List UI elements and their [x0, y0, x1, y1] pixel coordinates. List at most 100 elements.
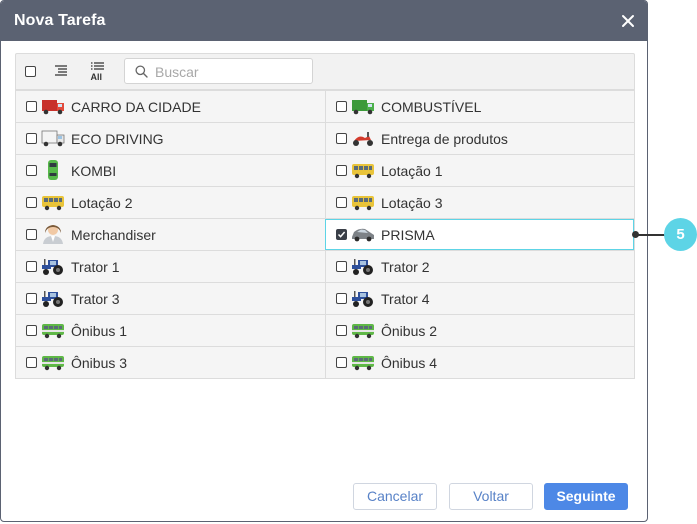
car-gray-icon [352, 228, 374, 242]
unit-item[interactable]: Trator 1 [16, 251, 325, 282]
unit-row: Ônibus 1 Ônibus 2 [16, 314, 634, 346]
car-topview-icon [48, 160, 58, 180]
unit-checkbox[interactable] [26, 229, 37, 240]
all-label: All [91, 72, 103, 82]
unit-checkbox[interactable] [26, 325, 37, 336]
unit-label: Trator 3 [71, 291, 120, 307]
unit-item[interactable]: Merchandiser [16, 219, 325, 250]
unit-row: Trator 3 Trator 4 [16, 282, 634, 314]
bus-green-icon [42, 324, 64, 339]
search-placeholder: Buscar [155, 64, 199, 80]
indent-list-icon[interactable] [54, 64, 68, 78]
unit-label: Ônibus 4 [381, 355, 438, 371]
unit-checkbox[interactable] [26, 357, 37, 368]
tractor-icon [42, 291, 63, 307]
unit-item[interactable]: Trator 4 [325, 283, 634, 314]
unit-item[interactable]: Lotação 1 [325, 155, 634, 186]
tractor-icon [42, 259, 63, 275]
unit-checkbox[interactable] [26, 293, 37, 304]
unit-label: Trator 1 [71, 259, 120, 275]
unit-checkbox[interactable] [336, 357, 347, 368]
unit-label: Ônibus 2 [381, 323, 438, 339]
search-input[interactable]: Buscar [124, 58, 313, 84]
unit-label: Lotação 3 [381, 195, 443, 211]
unit-label: Lotação 2 [71, 195, 133, 211]
person-icon [43, 225, 63, 244]
callout-badge: 5 [664, 218, 697, 251]
unit-label: Trator 2 [381, 259, 430, 275]
search-icon [135, 65, 148, 78]
unit-checkbox[interactable] [26, 197, 37, 208]
close-icon[interactable] [618, 11, 638, 31]
truck-green-icon [352, 100, 374, 115]
unit-item[interactable]: Ônibus 1 [16, 315, 325, 346]
unit-checkbox[interactable] [26, 101, 37, 112]
unit-row: Lotação 2 Lotação 3 [16, 186, 634, 218]
bus-yellow-icon [352, 196, 374, 211]
unit-label: Merchandiser [71, 227, 156, 243]
truck-red-icon [42, 100, 64, 115]
unit-checkbox[interactable] [336, 229, 347, 240]
unit-checkbox[interactable] [336, 101, 347, 112]
select-all-checkbox[interactable] [25, 66, 36, 77]
bus-green-icon [352, 324, 374, 339]
unit-item[interactable]: ECO DRIVING [16, 123, 325, 154]
list-all-icon[interactable]: All [90, 61, 105, 83]
unit-item[interactable]: Lotação 3 [325, 187, 634, 218]
unit-label: COMBUSTÍVEL [381, 99, 482, 115]
unit-label: Ônibus 3 [71, 355, 128, 371]
unit-grid: CARRO DA CIDADE COMBUSTÍVEL ECO DRIVING Ent… [15, 90, 635, 379]
unit-item[interactable]: Ônibus 4 [325, 347, 634, 378]
new-task-dialog: Nova Tarefa All Buscar CARRO DA CIDADE CO… [0, 0, 648, 522]
unit-item[interactable]: Entrega de produtos [325, 123, 634, 154]
dialog-titlebar: Nova Tarefa [1, 1, 647, 41]
unit-checkbox[interactable] [26, 133, 37, 144]
tractor-icon [352, 259, 373, 275]
bus-green-icon [42, 356, 64, 371]
unit-item[interactable]: PRISMA [325, 219, 634, 250]
unit-row: CARRO DA CIDADE COMBUSTÍVEL [16, 90, 634, 122]
next-button[interactable]: Seguinte [544, 483, 628, 510]
truck-white-icon [41, 130, 65, 147]
unit-label: PRISMA [381, 227, 435, 243]
unit-checkbox[interactable] [336, 293, 347, 304]
bus-green-icon [352, 356, 374, 371]
bus-yellow-icon [42, 196, 64, 211]
unit-item[interactable]: Lotação 2 [16, 187, 325, 218]
tractor-icon [352, 291, 373, 307]
unit-label: ECO DRIVING [71, 131, 164, 147]
unit-row: Trator 1 Trator 2 [16, 250, 634, 282]
unit-label: Entrega de produtos [381, 131, 508, 147]
unit-item[interactable]: COMBUSTÍVEL [325, 91, 634, 122]
unit-checkbox[interactable] [336, 261, 347, 272]
unit-checkbox[interactable] [26, 261, 37, 272]
unit-label: CARRO DA CIDADE [71, 99, 201, 115]
unit-checkbox[interactable] [336, 165, 347, 176]
unit-row: ECO DRIVING Entrega de produtos [16, 122, 634, 154]
unit-item[interactable]: Trator 3 [16, 283, 325, 314]
cancel-button[interactable]: Cancelar [353, 483, 437, 510]
unit-row: Merchandiser PRISMA [16, 218, 634, 250]
unit-item[interactable]: Ônibus 2 [325, 315, 634, 346]
unit-item[interactable]: Trator 2 [325, 251, 634, 282]
callout-line [636, 234, 666, 236]
unit-row: KOMBI Lotação 1 [16, 154, 634, 186]
unit-label: Ônibus 1 [71, 323, 128, 339]
unit-label: Trator 4 [381, 291, 430, 307]
scooter-icon [353, 132, 373, 146]
unit-checkbox[interactable] [336, 325, 347, 336]
unit-item[interactable]: KOMBI [16, 155, 325, 186]
unit-checkbox[interactable] [26, 165, 37, 176]
callout-dot [632, 231, 639, 238]
unit-item[interactable]: Ônibus 3 [16, 347, 325, 378]
unit-label: Lotação 1 [381, 163, 443, 179]
bus-yellow-icon [352, 164, 374, 179]
unit-label: KOMBI [71, 163, 117, 179]
back-button[interactable]: Voltar [449, 483, 533, 510]
unit-item[interactable]: CARRO DA CIDADE [16, 91, 325, 122]
unit-row: Ônibus 3 Ônibus 4 [16, 346, 634, 378]
unit-checkbox[interactable] [336, 133, 347, 144]
toolbar: All Buscar [15, 53, 635, 90]
unit-checkbox[interactable] [336, 197, 347, 208]
dialog-title: Nova Tarefa [14, 12, 106, 29]
